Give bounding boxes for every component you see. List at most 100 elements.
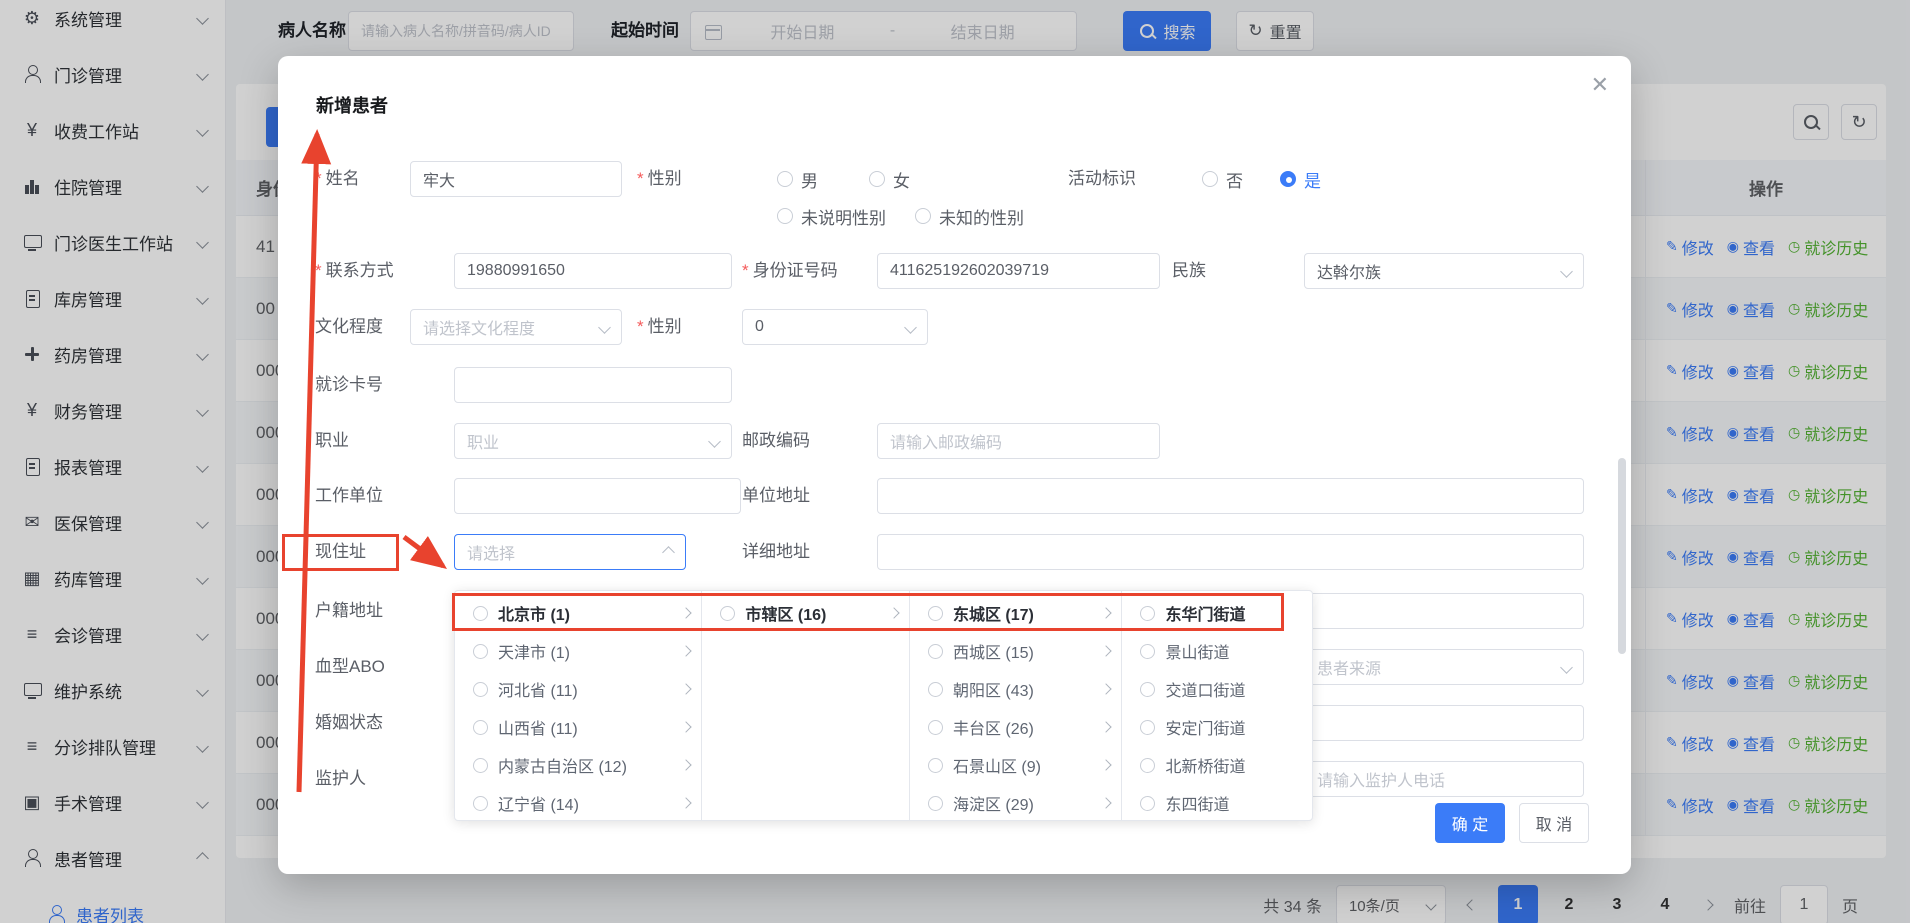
option-label: 市辖区 (16) xyxy=(745,601,826,625)
cascader-option-neimenggu[interactable]: 内蒙古自治区 (12) xyxy=(455,746,701,784)
active-flag-label: 活动标识 xyxy=(1068,161,1136,197)
required-mark: * xyxy=(742,261,749,280)
current-address-label: 现住址 xyxy=(315,534,366,570)
radio-icon xyxy=(473,796,488,811)
modal-scrollbar[interactable] xyxy=(1618,458,1626,654)
required-mark: * xyxy=(315,169,322,188)
option-label: 北新桥街道 xyxy=(1165,753,1245,777)
radio-icon xyxy=(869,171,885,187)
education-label: 文化程度 xyxy=(315,309,383,345)
close-icon[interactable]: ✕ xyxy=(1591,72,1609,98)
option-label: 朝阳区 (43) xyxy=(953,677,1034,701)
radio-label: 男 xyxy=(801,167,818,192)
contact-label: *联系方式 xyxy=(315,253,394,289)
cascader-option-xicheng[interactable]: 西城区 (15) xyxy=(910,632,1122,670)
option-label: 辽宁省 (14) xyxy=(498,791,579,815)
cascader-option-beixinqiao[interactable]: 北新桥街道 xyxy=(1122,746,1312,784)
guardian-phone-placeholder: 请输入监护人电话 xyxy=(1317,767,1571,791)
cascader-option-fengtai[interactable]: 丰台区 (26) xyxy=(910,708,1122,746)
chevron-right-icon xyxy=(681,721,692,732)
contact-value: 19880991650 xyxy=(467,262,719,280)
chevron-right-icon xyxy=(1101,683,1112,694)
postcode-label: 邮政编码 xyxy=(742,423,810,459)
required-mark: * xyxy=(637,317,644,336)
education-select[interactable]: 请选择文化程度 xyxy=(410,309,622,345)
radio-icon xyxy=(1202,171,1218,187)
chevron-up-icon xyxy=(662,546,675,559)
id-card-input[interactable]: 411625192602039719 xyxy=(877,253,1160,289)
radio-icon xyxy=(928,758,943,773)
radio-gender-unspecified[interactable]: 未说明性别 xyxy=(777,198,886,234)
option-label: 交道口街道 xyxy=(1165,677,1245,701)
option-label: 山西省 (11) xyxy=(498,715,578,739)
radio-female[interactable]: 女 xyxy=(869,161,910,197)
gender2-select[interactable]: 0 xyxy=(742,309,928,345)
cascader-district-column: 东城区 (17) 西城区 (15) 朝阳区 (43) 丰台区 (26) 石景山区… xyxy=(910,591,1123,820)
confirm-button[interactable]: 确 定 xyxy=(1435,803,1505,843)
cascader-option-dongcheng[interactable]: 东城区 (17) xyxy=(910,594,1122,632)
cascader-option-jiaodaokou[interactable]: 交道口街道 xyxy=(1122,670,1312,708)
gender2-label: *性别 xyxy=(637,309,682,345)
radio-icon xyxy=(473,758,488,773)
education-placeholder: 请选择文化程度 xyxy=(423,315,592,339)
ethnicity-select[interactable]: 达斡尔族 xyxy=(1304,253,1584,289)
cascader-option-donghuamen[interactable]: 东华门街道 xyxy=(1122,594,1312,632)
patient-source-select[interactable]: 患者来源 xyxy=(1304,649,1584,685)
cascader-option-jingshan[interactable]: 景山街道 xyxy=(1122,632,1312,670)
cascader-option-shixiaqu[interactable]: 市辖区 (16) xyxy=(702,594,909,632)
work-unit-input[interactable] xyxy=(454,478,741,514)
chevron-right-icon xyxy=(1101,759,1112,770)
contact-input[interactable]: 19880991650 xyxy=(454,253,732,289)
name-label: *姓名 xyxy=(315,161,360,197)
household-right-input[interactable] xyxy=(1304,593,1584,629)
radio-icon xyxy=(1140,606,1155,621)
cascader-option-hebei[interactable]: 河北省 (11) xyxy=(455,670,701,708)
occupation-select[interactable]: 职业 xyxy=(454,423,732,459)
radio-icon xyxy=(928,606,943,621)
name-input[interactable]: 牢大 xyxy=(410,161,622,197)
chevron-right-icon xyxy=(1101,797,1112,808)
radio-active-yes[interactable]: 是 xyxy=(1280,161,1321,197)
work-unit-label: 工作单位 xyxy=(315,478,383,514)
option-label: 北京市 (1) xyxy=(498,601,570,625)
detail-address-label: 详细地址 xyxy=(742,534,810,570)
radio-male[interactable]: 男 xyxy=(777,161,818,197)
chevron-right-icon xyxy=(1101,607,1112,618)
detail-address-input[interactable] xyxy=(877,534,1584,570)
marital-right-input[interactable] xyxy=(1304,705,1584,741)
cascader-option-andingmen[interactable]: 安定门街道 xyxy=(1122,708,1312,746)
radio-active-no[interactable]: 否 xyxy=(1202,161,1243,197)
radio-gender-unknown[interactable]: 未知的性别 xyxy=(915,198,1024,234)
cascader-option-liaoning[interactable]: 辽宁省 (14) xyxy=(455,784,701,822)
cascader-option-haidian[interactable]: 海淀区 (29) xyxy=(910,784,1122,822)
cascader-option-tianjin[interactable]: 天津市 (1) xyxy=(455,632,701,670)
cascader-option-shanxi[interactable]: 山西省 (11) xyxy=(455,708,701,746)
card-no-label: 就诊卡号 xyxy=(315,367,383,403)
postcode-input[interactable]: 请输入邮政编码 xyxy=(877,423,1160,459)
cascader-option-beijing[interactable]: 北京市 (1) xyxy=(455,594,701,632)
option-label: 河北省 (11) xyxy=(498,677,578,701)
card-no-input[interactable] xyxy=(454,367,732,403)
cascader-option-shijingshan[interactable]: 石景山区 (9) xyxy=(910,746,1122,784)
radio-icon xyxy=(1140,682,1155,697)
chevron-down-icon xyxy=(1560,661,1573,674)
chevron-down-icon xyxy=(904,321,917,334)
unit-address-input[interactable] xyxy=(877,478,1584,514)
radio-icon xyxy=(473,644,488,659)
option-label: 东四街道 xyxy=(1165,791,1229,815)
option-label: 东城区 (17) xyxy=(953,601,1034,625)
option-label: 内蒙古自治区 (12) xyxy=(498,753,627,777)
cascader-option-chaoyang[interactable]: 朝阳区 (43) xyxy=(910,670,1122,708)
cancel-button[interactable]: 取 消 xyxy=(1519,803,1589,843)
modal-title: 新增患者 xyxy=(316,92,388,118)
current-address-cascader-select[interactable]: 请选择 xyxy=(454,534,686,570)
guardian-phone-input[interactable]: 请输入监护人电话 xyxy=(1304,761,1584,797)
chevron-right-icon xyxy=(681,759,692,770)
radio-label: 否 xyxy=(1226,167,1243,192)
radio-label: 是 xyxy=(1304,167,1321,192)
radio-icon xyxy=(473,720,488,735)
option-label: 东华门街道 xyxy=(1165,601,1245,625)
cascader-option-dongsi[interactable]: 东四街道 xyxy=(1122,784,1312,822)
option-label: 石景山区 (9) xyxy=(953,753,1041,777)
address-cascader-panel: 北京市 (1) 天津市 (1) 河北省 (11) 山西省 (11) 内蒙古自治区… xyxy=(454,590,1313,821)
